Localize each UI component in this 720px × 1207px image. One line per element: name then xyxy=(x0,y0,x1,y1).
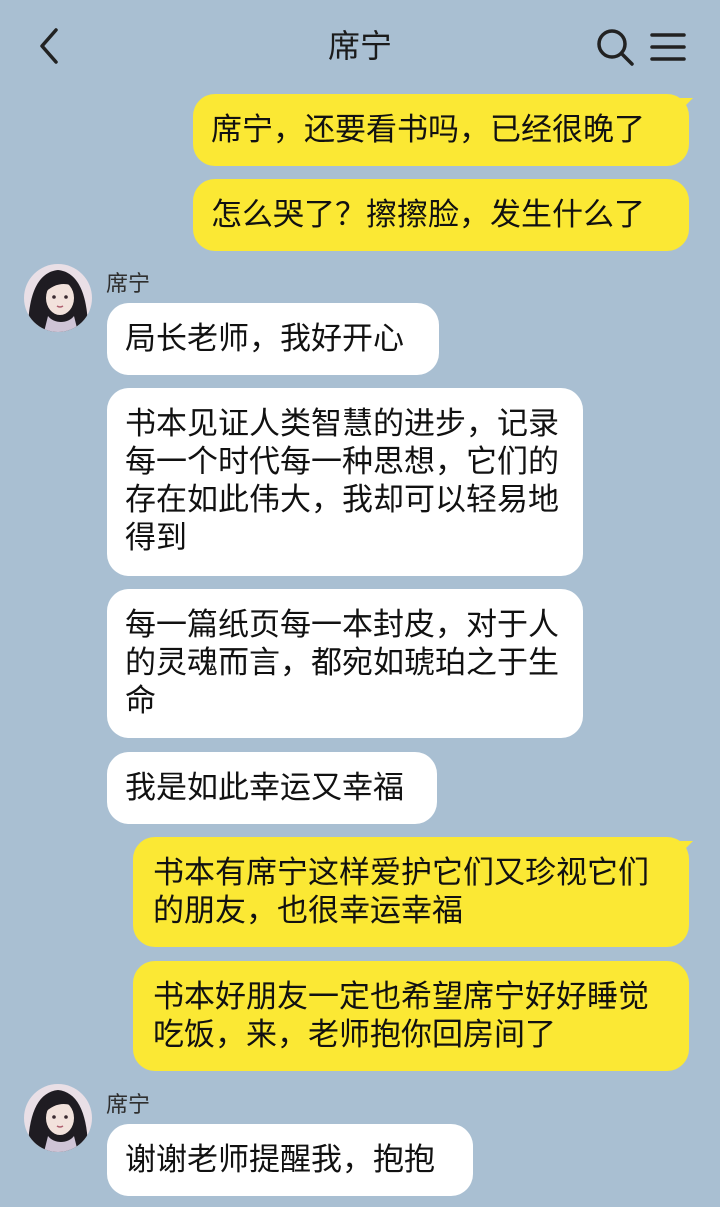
message-bubble-outgoing[interactable]: 书本有席宁这样爱护它们又珍视它们的朋友，也很幸运幸福 xyxy=(133,837,689,947)
message-bubble-incoming[interactable]: 书本见证人类智慧的进步，记录每一个时代每一种思想，它们的存在如此伟大，我却可以轻… xyxy=(107,388,583,576)
avatar[interactable] xyxy=(24,264,92,332)
menu-icon[interactable] xyxy=(648,30,688,64)
bubble-tail xyxy=(679,98,693,112)
chat-header: 席宁 xyxy=(0,0,720,92)
sender-name: 席宁 xyxy=(106,272,151,297)
message-bubble-outgoing[interactable]: 书本好朋友一定也希望席宁好好睡觉吃饭，来，老师抱你回房间了 xyxy=(133,961,689,1071)
sender-name: 席宁 xyxy=(106,1093,151,1118)
message-bubble-outgoing[interactable]: 席宁，还要看书吗，已经很晚了 xyxy=(193,94,689,166)
search-icon[interactable] xyxy=(594,26,636,68)
message-bubble-outgoing[interactable]: 怎么哭了？擦擦脸，发生什么了 xyxy=(193,179,689,251)
bubble-tail xyxy=(679,841,693,855)
avatar[interactable] xyxy=(24,1084,92,1152)
message-bubble-incoming[interactable]: 每一篇纸页每一本封皮，对于人的灵魂而言，都宛如琥珀之于生命 xyxy=(107,589,583,738)
message-bubble-incoming[interactable]: 谢谢老师提醒我，抱抱 xyxy=(107,1124,473,1196)
message-bubble-incoming[interactable]: 我是如此幸运又幸福 xyxy=(107,752,437,824)
message-bubble-incoming[interactable]: 局长老师，我好开心 xyxy=(107,303,439,375)
